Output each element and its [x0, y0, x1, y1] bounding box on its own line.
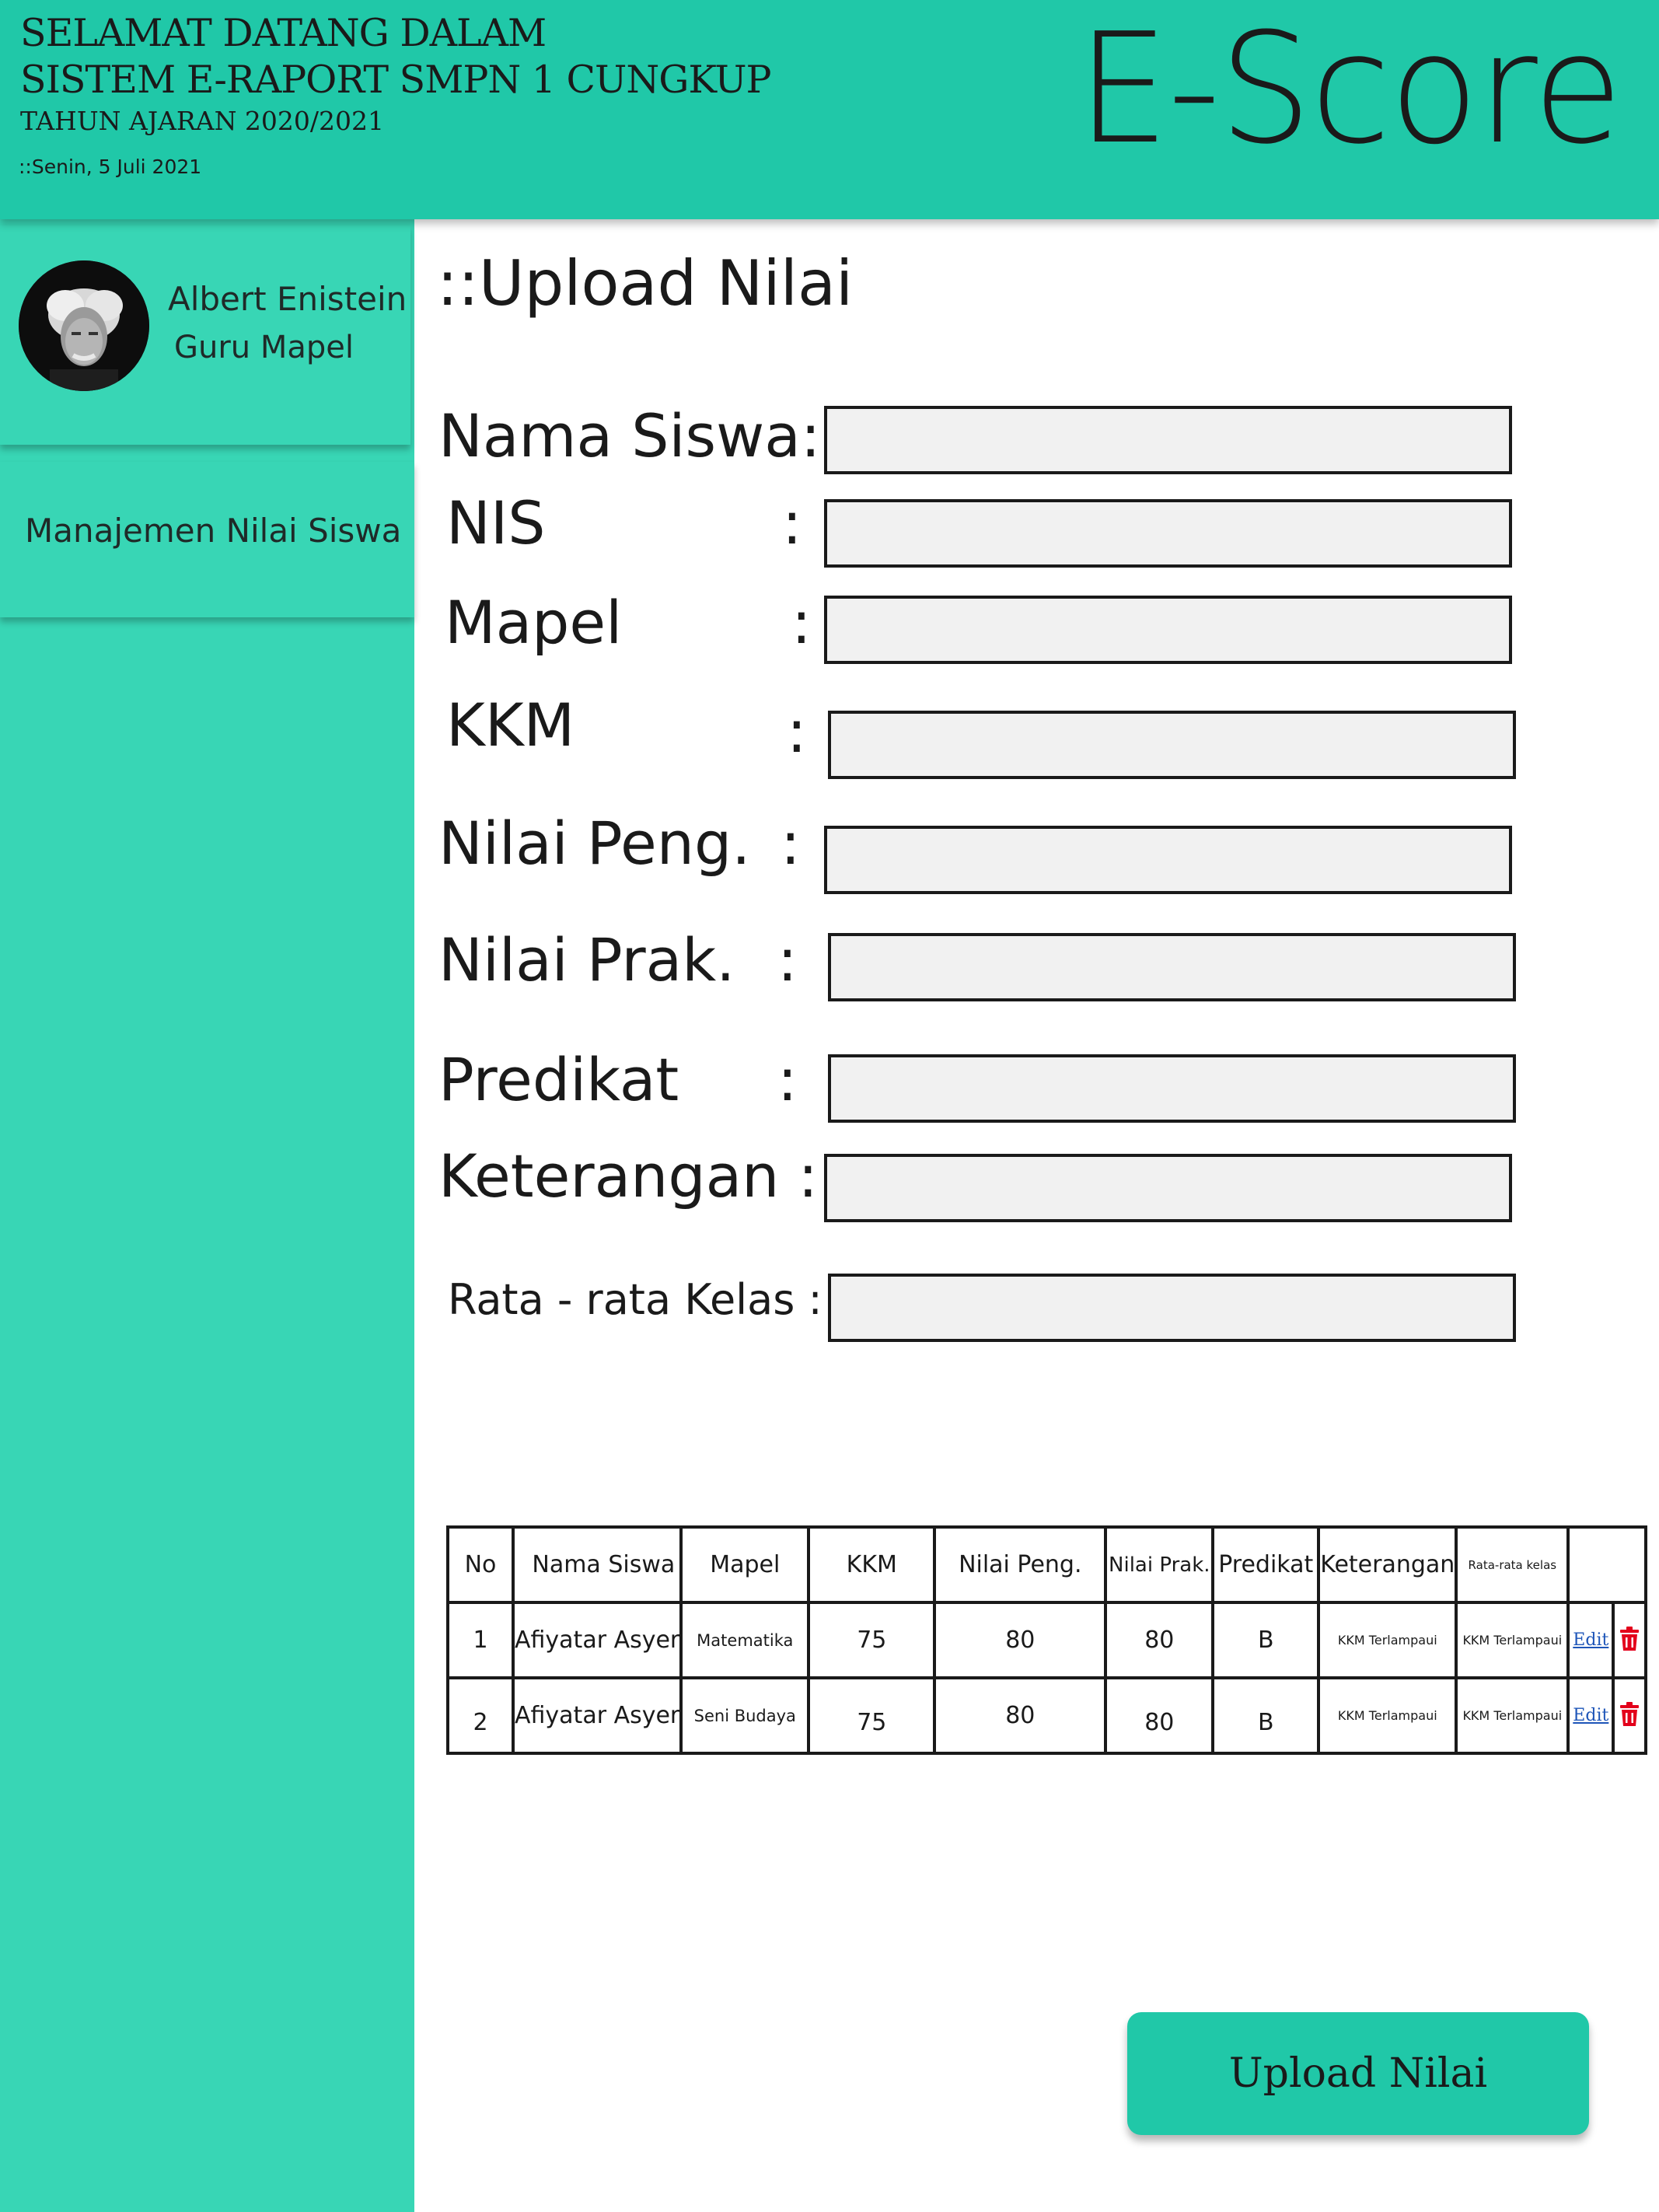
welcome-line-2: SISTEM E-RAPORT SMPN 1 CUNGKUP	[20, 58, 771, 102]
sidebar: Albert Enistein Guru Mapel Manajemen Nil…	[0, 219, 414, 2212]
nis-input[interactable]	[824, 499, 1512, 568]
cell-no: 2	[446, 1676, 515, 1755]
cell-nama: Afiyatar Asyer	[511, 1601, 683, 1679]
cell-keterangan: KKM Terlampaui	[1317, 1601, 1458, 1679]
cell-nama: Afiyatar Asyer	[511, 1676, 683, 1755]
edit-cell: Edit	[1566, 1676, 1615, 1755]
cell-rata-rata: KKM Terlampaui	[1455, 1676, 1570, 1755]
colon: :	[782, 488, 802, 557]
column-header: Rata-rata kelas	[1455, 1525, 1570, 1604]
brand-logo: E-Score	[1077, 1, 1623, 178]
column-header: Nilai Peng.	[933, 1525, 1108, 1604]
nilai-prak-input[interactable]	[828, 933, 1516, 1001]
cell-mapel: Seni Budaya	[679, 1676, 811, 1755]
colon: :	[777, 925, 798, 994]
label-mapel: Mapel	[445, 588, 623, 657]
label-rata-rata-kelas: Rata - rata Kelas :	[448, 1275, 823, 1324]
cell-predikat: B	[1211, 1676, 1321, 1755]
upload-nilai-button[interactable]: Upload Nilai	[1127, 2012, 1589, 2135]
label-nilai-prak: Nilai Prak.	[438, 925, 735, 994]
column-header: No	[446, 1525, 515, 1604]
colon: :	[787, 697, 807, 766]
cell-kkm: 75	[807, 1601, 937, 1679]
avatar-photo-icon	[19, 260, 149, 391]
cell-no: 1	[446, 1601, 515, 1679]
colon: :	[777, 1045, 798, 1114]
rata-rata-kelas-input[interactable]	[828, 1274, 1516, 1342]
column-header: Predikat	[1211, 1525, 1321, 1604]
cell-keterangan: KKM Terlampaui	[1317, 1676, 1458, 1755]
label-kkm: KKM	[446, 690, 575, 760]
page-title: ::Upload Nilai	[437, 247, 854, 320]
app-header: SELAMAT DATANG DALAM SISTEM E-RAPORT SMP…	[0, 0, 1659, 219]
label-predikat: Predikat	[438, 1045, 679, 1114]
cell-nilai-prak: 80	[1104, 1676, 1215, 1755]
cell-nilai-peng: 80	[933, 1601, 1108, 1679]
welcome-line-1: SELAMAT DATANG DALAM	[20, 11, 547, 55]
keterangan-input[interactable]	[824, 1154, 1512, 1222]
trash-icon[interactable]	[1618, 1626, 1641, 1652]
column-header: Nilai Prak.	[1104, 1525, 1215, 1604]
cell-kkm: 75	[807, 1676, 937, 1755]
user-role: Guru Mapel	[174, 330, 354, 365]
label-nilai-peng: Nilai Peng.	[438, 809, 751, 878]
label-keterangan: Keterangan :	[438, 1141, 819, 1211]
table-header-row: No Nama Siswa Mapel KKM Nilai Peng. Nila…	[446, 1525, 1648, 1604]
user-profile-card: Albert Enistein Guru Mapel	[0, 225, 410, 445]
avatar	[19, 260, 149, 391]
kkm-input[interactable]	[828, 711, 1516, 779]
grades-table: No Nama Siswa Mapel KKM Nilai Peng. Nila…	[446, 1525, 1648, 1755]
cell-rata-rata: KKM Terlampaui	[1455, 1601, 1570, 1679]
column-header: KKM	[807, 1525, 937, 1604]
nilai-peng-input[interactable]	[824, 826, 1512, 894]
sidebar-item-manajemen-nilai[interactable]: Manajemen Nilai Siswa	[0, 462, 414, 617]
column-header: Mapel	[679, 1525, 811, 1604]
column-header: Nama Siswa	[511, 1525, 683, 1604]
table-row: 2 Afiyatar Asyer Seni Budaya 75 80 80 B …	[446, 1676, 1648, 1755]
delete-cell	[1612, 1601, 1648, 1679]
edit-link[interactable]: Edit	[1573, 1630, 1608, 1650]
colon: :	[791, 588, 812, 657]
edit-cell: Edit	[1566, 1601, 1615, 1679]
delete-cell	[1612, 1676, 1648, 1755]
mapel-input[interactable]	[824, 596, 1512, 664]
predikat-input[interactable]	[828, 1054, 1516, 1123]
label-nama-siswa: Nama Siswa:	[438, 401, 821, 470]
trash-icon[interactable]	[1618, 1701, 1641, 1728]
cell-mapel: Matematika	[679, 1601, 811, 1679]
current-date: ::Senin, 5 Juli 2021	[19, 156, 202, 178]
column-header: Keterangan	[1317, 1525, 1458, 1604]
cell-predikat: B	[1211, 1601, 1321, 1679]
user-name: Albert Enistein	[168, 280, 407, 318]
column-header-actions	[1566, 1525, 1648, 1604]
cell-nilai-prak: 80	[1104, 1601, 1215, 1679]
nama-siswa-input[interactable]	[824, 406, 1512, 474]
sidebar-item-label: Manajemen Nilai Siswa	[25, 512, 402, 550]
colon: :	[781, 809, 801, 878]
cell-nilai-peng: 80	[933, 1676, 1108, 1755]
edit-link[interactable]: Edit	[1573, 1706, 1608, 1725]
academic-year: TAHUN AJARAN 2020/2021	[20, 106, 385, 136]
table-row: 1 Afiyatar Asyer Matematika 75 80 80 B K…	[446, 1601, 1648, 1679]
label-nis: NIS	[446, 488, 546, 557]
